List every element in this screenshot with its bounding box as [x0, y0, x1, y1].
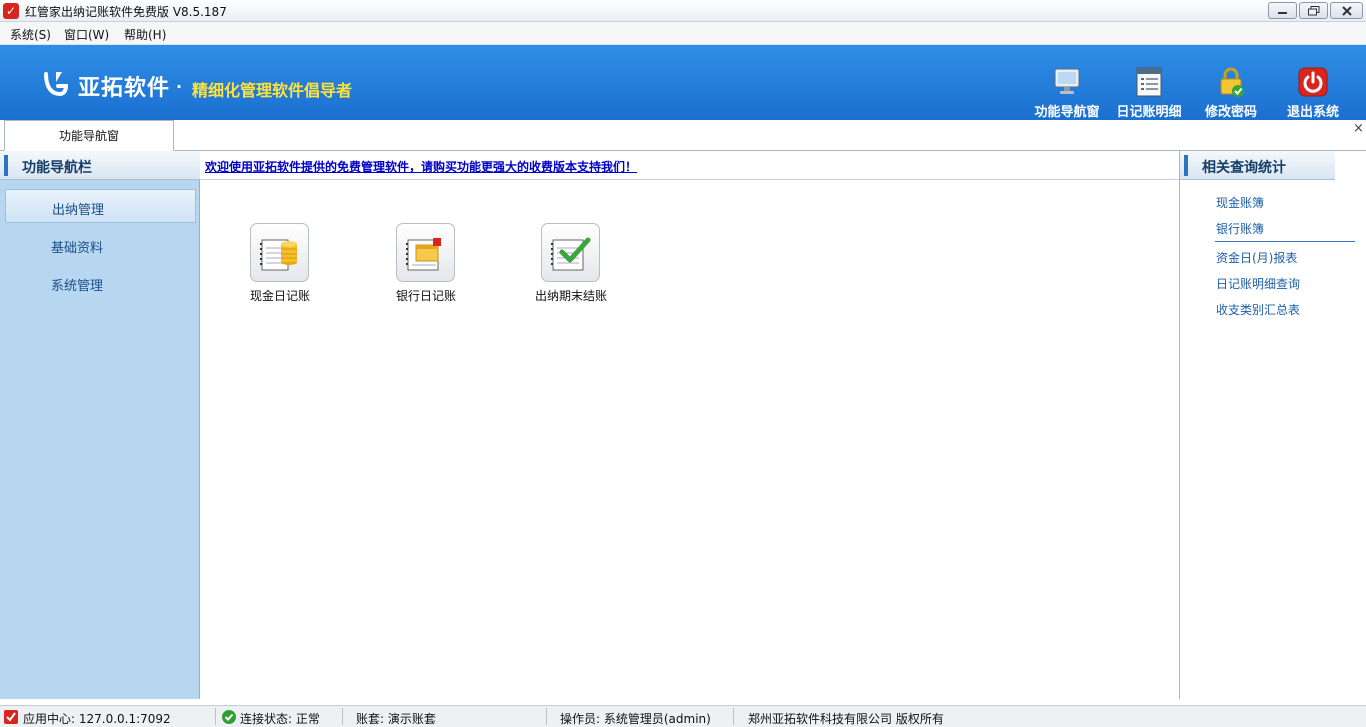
toolbar-exit-label: 退出系统 [1286, 105, 1339, 120]
sidebar-item-basic-data[interactable]: 基础资料 [5, 228, 196, 262]
restore-icon [1307, 5, 1319, 15]
sidebar-item-label: 出纳管理 [52, 203, 105, 218]
period-close-button[interactable]: 出纳期末结账 [516, 223, 626, 303]
function-label: 银行日记账 [395, 289, 456, 303]
header-accent-bar [4, 155, 8, 176]
menu-help[interactable]: 帮助(H) [124, 26, 166, 43]
cash-journal-button[interactable]: 现金日记账 [225, 223, 335, 303]
related-queries-panel: 相关查询统计 现金账簿 银行账簿 资金日(月)报表 日记账明细查询 收支类别汇总… [1179, 151, 1366, 699]
monitor-icon [1054, 68, 1080, 94]
power-icon [1298, 67, 1328, 97]
brand-logo-icon [44, 72, 68, 97]
cash-journal-icon [260, 239, 297, 271]
sidebar-item-system[interactable]: 系统管理 [5, 266, 196, 300]
toolbar-exit-button[interactable]: 退出系统 [1278, 66, 1348, 120]
status-divider [733, 708, 734, 725]
status-app-center: 应用中心: 127.0.0.1:7092 [23, 712, 171, 726]
function-label: 出纳期末结账 [534, 289, 607, 303]
brand-separator: · [176, 77, 183, 96]
period-close-icon [551, 237, 591, 271]
menu-window[interactable]: 窗口(W) [64, 26, 109, 43]
bank-journal-tile [396, 223, 455, 282]
status-divider [215, 708, 216, 725]
lock-icon [1220, 67, 1244, 97]
left-navigation: 功能导航栏 出纳管理 基础资料 系统管理 [0, 151, 200, 699]
sidebar-item-cashier[interactable]: 出纳管理 [5, 189, 196, 223]
link-cash-ledger[interactable]: 现金账簿 [1216, 194, 1264, 211]
header-accent-bar [1184, 155, 1188, 176]
status-divider [546, 708, 547, 725]
upgrade-notice-link[interactable]: 欢迎使用亚拓软件提供的免费管理软件，请购买功能更强大的收费版本支持我们！ [205, 158, 637, 175]
tab-strip: 功能导航窗 [0, 120, 1366, 151]
link-separator [1215, 241, 1355, 242]
link-fund-report[interactable]: 资金日(月)报表 [1216, 249, 1297, 266]
connected-check-icon [222, 710, 236, 724]
tab-close-button[interactable]: × [1353, 121, 1364, 136]
cash-journal-tile [250, 223, 309, 282]
bank-journal-icon [406, 238, 441, 271]
app-center-icon [4, 710, 18, 724]
window-title: 红管家出纳记账软件免费版 V8.5.187 [25, 5, 227, 19]
main-content: 欢迎使用亚拓软件提供的免费管理软件，请购买功能更强大的收费版本支持我们！ 现金日… [200, 151, 1179, 699]
tab-nav-window[interactable]: 功能导航窗 [4, 120, 174, 151]
minimize-button[interactable] [1268, 2, 1297, 19]
period-close-tile [541, 223, 600, 282]
toolbar-nav-window-label: 功能导航窗 [1034, 105, 1100, 120]
list-document-icon [1136, 67, 1162, 97]
right-panel-title: 相关查询统计 [1202, 160, 1286, 176]
right-panel-header: 相关查询统计 [1180, 151, 1335, 180]
restore-button[interactable] [1299, 2, 1328, 19]
sidebar-item-label: 基础资料 [51, 241, 104, 256]
toolbar-nav-window-button[interactable]: 功能导航窗 [1032, 66, 1102, 120]
status-bar: 应用中心: 127.0.0.1:7092 连接状态: 正常 账套: 演示账套 操… [0, 705, 1366, 727]
function-label: 现金日记账 [249, 289, 310, 303]
link-category-summary[interactable]: 收支类别汇总表 [1216, 301, 1300, 318]
link-bank-ledger[interactable]: 银行账簿 [1216, 220, 1264, 237]
status-operator: 操作员: 系统管理员(admin) [560, 712, 711, 726]
status-copyright: 郑州亚拓软件科技有限公司 版权所有 [748, 712, 944, 726]
left-nav-header: 功能导航栏 [0, 151, 200, 180]
status-account-set: 账套: 演示账套 [356, 712, 436, 726]
toolbar-change-password-label: 修改密码 [1204, 105, 1257, 120]
left-nav-title: 功能导航栏 [22, 160, 92, 176]
brand-slogan: 精细化管理软件倡导者 [192, 81, 353, 100]
title-bar: ✓ 红管家出纳记账软件免费版 V8.5.187 [0, 0, 1366, 22]
link-journal-detail-query[interactable]: 日记账明细查询 [1216, 275, 1300, 292]
menu-system[interactable]: 系统(S) [10, 26, 51, 43]
status-connection: 连接状态: 正常 [240, 712, 320, 726]
bank-journal-button[interactable]: 银行日记账 [371, 223, 481, 303]
menu-bar: 系统(S) 窗口(W) 帮助(H) [0, 22, 1366, 45]
notice-bar: 欢迎使用亚拓软件提供的免费管理软件，请购买功能更强大的收费版本支持我们！ [200, 151, 1179, 180]
minimize-icon [1277, 11, 1287, 14]
toolbar-journal-detail-button[interactable]: 日记账明细 [1114, 66, 1184, 120]
status-divider [342, 708, 343, 725]
toolbar-change-password-button[interactable]: 修改密码 [1196, 66, 1266, 120]
sidebar-item-label: 系统管理 [51, 279, 104, 294]
app-logo-icon: ✓ [3, 3, 19, 19]
close-button[interactable] [1330, 2, 1363, 19]
close-icon [1341, 5, 1352, 16]
toolbar-journal-detail-label: 日记账明细 [1116, 105, 1182, 120]
brand-name: 亚拓软件 [78, 76, 171, 101]
